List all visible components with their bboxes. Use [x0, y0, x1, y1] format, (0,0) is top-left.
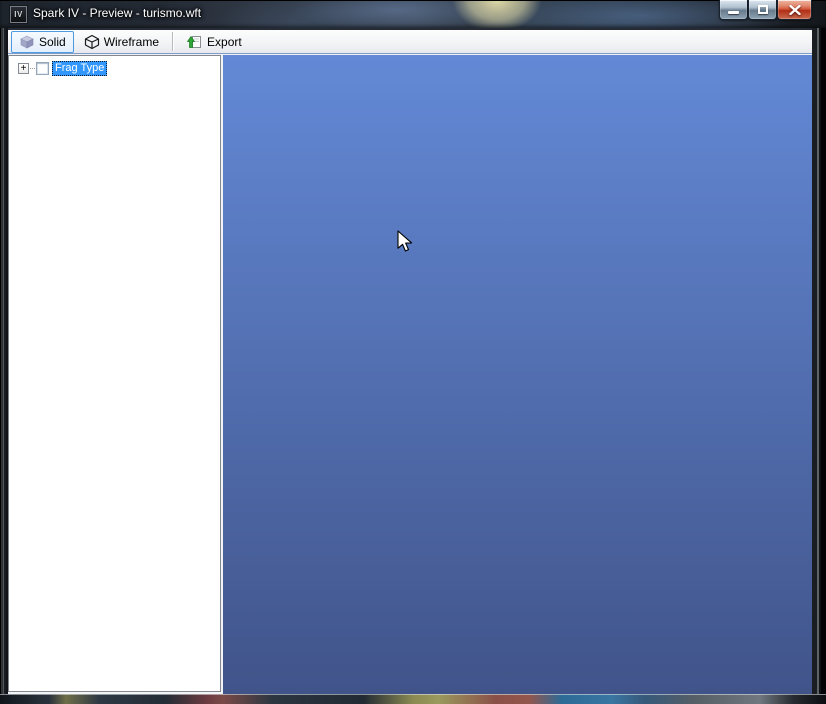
solid-button-label: Solid — [39, 34, 66, 49]
toolbar-separator — [172, 32, 174, 51]
solid-cube-icon — [19, 34, 35, 50]
wireframe-button[interactable]: Wireframe — [76, 31, 167, 53]
wireframe-button-label: Wireframe — [103, 34, 160, 49]
window-border-bottom — [0, 694, 826, 704]
minimize-button[interactable] — [719, 0, 748, 20]
application-window: IV Spark IV - Preview - turismo.wft Soli… — [0, 0, 826, 704]
frag-type-checkbox[interactable] — [36, 61, 49, 75]
export-button[interactable]: Export — [179, 31, 250, 53]
close-icon — [788, 4, 801, 15]
tree-node-frag-type: + Frag Type — [18, 60, 220, 76]
window-client-area: Solid Wireframe Export + Frag Type — [8, 28, 812, 694]
app-icon: IV — [9, 5, 28, 24]
maximize-icon — [757, 5, 768, 14]
window-title: Spark IV - Preview - turismo.wft — [33, 6, 202, 20]
main-content: + Frag Type — [8, 55, 812, 694]
toolbar: Solid Wireframe Export — [8, 28, 812, 54]
export-icon — [186, 34, 203, 50]
app-icon-label: IV — [14, 10, 23, 19]
solid-button[interactable]: Solid — [11, 30, 74, 53]
close-button[interactable] — [777, 0, 812, 20]
titlebar[interactable]: IV Spark IV - Preview - turismo.wft — [0, 0, 826, 28]
tree-connector-line — [30, 67, 35, 69]
model-tree-panel[interactable]: + Frag Type — [8, 55, 221, 692]
viewport-3d[interactable] — [223, 55, 812, 694]
export-button-label: Export — [207, 34, 242, 49]
window-border-right — [812, 28, 826, 694]
maximize-button[interactable] — [748, 0, 777, 20]
minimize-icon — [728, 10, 739, 14]
frag-type-label[interactable]: Frag Type — [52, 60, 108, 76]
wireframe-cube-icon — [84, 34, 100, 50]
window-border-left — [0, 28, 8, 694]
expand-plus-icon[interactable]: + — [18, 62, 29, 74]
